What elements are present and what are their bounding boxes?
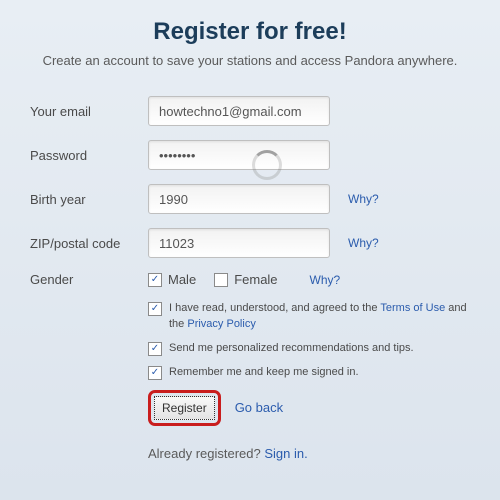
gender-male-checkbox[interactable]: ✓ — [148, 273, 162, 287]
password-label: Password — [30, 148, 148, 163]
page-subtitle: Create an account to save your stations … — [30, 52, 470, 70]
register-highlight: Register — [148, 390, 221, 426]
zip-label: ZIP/postal code — [30, 236, 148, 251]
zip-field[interactable] — [148, 228, 330, 258]
zip-why-link[interactable]: Why? — [348, 236, 379, 250]
remember-checkbox[interactable]: ✓ — [148, 366, 162, 380]
terms-text: I have read, understood, and agreed to t… — [169, 301, 470, 332]
register-button[interactable]: Register — [154, 396, 215, 420]
birthyear-why-link[interactable]: Why? — [348, 192, 379, 206]
recommendations-label: Send me personalized recommendations and… — [169, 341, 414, 356]
gender-male-label: Male — [168, 272, 196, 287]
email-label: Your email — [30, 104, 148, 119]
remember-label: Remember me and keep me signed in. — [169, 365, 359, 380]
terms-of-use-link[interactable]: Terms of Use — [380, 302, 445, 314]
privacy-policy-link[interactable]: Privacy Policy — [187, 318, 255, 330]
email-field[interactable] — [148, 96, 330, 126]
birthyear-label: Birth year — [30, 192, 148, 207]
gender-female-checkbox[interactable] — [214, 273, 228, 287]
page-title: Register for free! — [30, 18, 470, 46]
gender-label: Gender — [30, 272, 148, 287]
password-field[interactable] — [148, 140, 330, 170]
footer-text: Already registered? Sign in. — [148, 446, 470, 461]
sign-in-link[interactable]: Sign in. — [264, 446, 307, 461]
gender-why-link[interactable]: Why? — [310, 273, 341, 287]
go-back-link[interactable]: Go back — [235, 400, 283, 415]
gender-female-label: Female — [234, 272, 277, 287]
birthyear-field[interactable] — [148, 184, 330, 214]
recommendations-checkbox[interactable]: ✓ — [148, 342, 162, 356]
terms-checkbox[interactable]: ✓ — [148, 302, 162, 316]
